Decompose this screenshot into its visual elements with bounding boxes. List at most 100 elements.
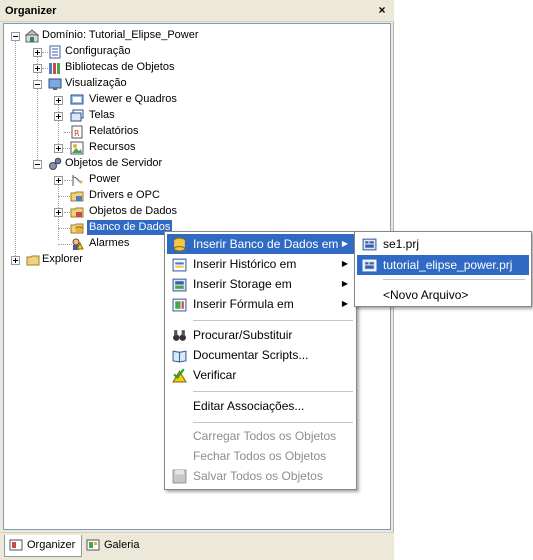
submenu: se1.prj tutorial_elipse_power.prj <Novo …: [354, 231, 532, 307]
formula-icon: [172, 298, 187, 312]
menu-item-label: tutorial_elipse_power.prj: [383, 258, 513, 272]
submenu-item-se1[interactable]: se1.prj: [357, 234, 529, 254]
menu-item-inserir-storage[interactable]: Inserir Storage em ▶: [167, 274, 354, 294]
menu-item-label: Procurar/Substituir: [193, 328, 293, 342]
tree-item-viewer-quadros[interactable]: Viewer e Quadros: [4, 92, 384, 108]
report-icon: R: [71, 125, 83, 139]
bottom-tabs: Organizer Galeria: [0, 532, 394, 560]
close-button[interactable]: ×: [375, 3, 389, 17]
menu-separator: [383, 279, 525, 280]
collapse-toggle[interactable]: [33, 80, 42, 89]
project-file-icon: [362, 259, 377, 272]
storage-icon: [172, 278, 187, 292]
tree-item-label: Visualização: [65, 77, 127, 89]
submenu-arrow-icon: ▶: [341, 259, 348, 268]
submenu-arrow-icon: ▶: [341, 239, 348, 248]
data-objects-icon: [70, 207, 84, 218]
explorer-folder-icon: [26, 255, 40, 266]
tree-item-label: Objetos de Dados: [89, 205, 178, 217]
tree-item-telas[interactable]: Telas: [4, 108, 384, 124]
menu-item-inserir-formula[interactable]: Inserir Fórmula em ▶: [167, 294, 354, 314]
menu-item-carregar: Carregar Todos os Objetos: [167, 426, 354, 446]
menu-item-verificar[interactable]: Verificar: [167, 365, 354, 385]
tree-item-label: Alarmes: [89, 237, 130, 249]
menu-item-procurar[interactable]: Procurar/Substituir: [167, 325, 354, 345]
expand-toggle[interactable]: [54, 208, 63, 217]
menu-item-label: Editar Associações...: [193, 399, 305, 413]
menu-item-inserir-historico[interactable]: Inserir Histórico em ▶: [167, 254, 354, 274]
tree-item-recursos[interactable]: Recursos: [4, 140, 384, 156]
menu-item-label: Inserir Storage em: [193, 277, 292, 291]
viewer-icon: [70, 94, 84, 105]
save-icon: [172, 469, 187, 484]
tree-item-objetos-dados[interactable]: Objetos de Dados: [4, 204, 384, 220]
tab-galeria[interactable]: Galeria: [82, 535, 145, 557]
tree-item-objetos-servidor[interactable]: Objetos de Servidor: [4, 156, 384, 172]
submenu-arrow-icon: ▶: [341, 299, 348, 308]
domain-icon: [25, 29, 39, 43]
tree-item-label: Power: [89, 173, 121, 185]
tree-item-visualizacao[interactable]: Visualização: [4, 76, 384, 92]
tree-item-label: Viewer e Quadros: [89, 93, 177, 105]
menu-item-label: <Novo Arquivo>: [383, 288, 469, 302]
tree-item-bibliotecas[interactable]: Bibliotecas de Objetos: [4, 60, 384, 76]
expand-toggle[interactable]: [11, 256, 20, 265]
organizer-title-bar[interactable]: Organizer ×: [0, 0, 394, 22]
expand-toggle[interactable]: [33, 48, 42, 57]
tab-label: Organizer: [27, 539, 76, 551]
submenu-item-tutorial[interactable]: tutorial_elipse_power.prj: [357, 255, 529, 275]
submenu-item-novo[interactable]: <Novo Arquivo>: [357, 285, 529, 305]
menu-item-documentar[interactable]: Documentar Scripts...: [167, 345, 354, 365]
collapse-toggle[interactable]: [33, 160, 42, 169]
history-icon: [172, 258, 187, 272]
menu-item-editar[interactable]: Editar Associações...: [167, 396, 354, 416]
tree-item-power[interactable]: Power: [4, 172, 384, 188]
menu-separator: [193, 391, 353, 392]
menu-item-label: Inserir Histórico em: [193, 257, 297, 271]
expand-toggle[interactable]: [54, 96, 63, 105]
alarm-icon: [72, 238, 84, 250]
expand-toggle[interactable]: [54, 112, 63, 121]
binoculars-icon: [173, 330, 186, 341]
tree-item-label: Relatórios: [89, 125, 139, 137]
tab-organizer[interactable]: Organizer: [4, 535, 83, 557]
book-icon: [172, 350, 187, 363]
tree-item-root[interactable]: Domínio: Tutorial_Elipse_Power: [4, 28, 384, 44]
screens-icon: [70, 109, 84, 122]
organizer-title: Organizer: [5, 5, 57, 17]
menu-separator: [193, 422, 353, 423]
tree-item-drivers-opc[interactable]: Drivers e OPC: [4, 188, 384, 204]
tree-item-configuracao[interactable]: Configuração: [4, 44, 384, 60]
svg-text:R: R: [74, 129, 80, 138]
tree-item-label: Domínio: Tutorial_Elipse_Power: [42, 29, 199, 41]
project-file-icon: [362, 238, 377, 251]
configuration-icon: [49, 45, 61, 59]
expand-toggle[interactable]: [54, 144, 63, 153]
tree-item-label: Configuração: [65, 45, 131, 57]
tree-item-label: Banco de Dados: [87, 220, 173, 235]
menu-separator: [193, 320, 353, 321]
database-folder-icon: [70, 223, 84, 234]
menu-item-label: Verificar: [193, 368, 237, 382]
menu-item-salvar: Salvar Todos os Objetos: [167, 466, 354, 486]
collapse-toggle[interactable]: [11, 32, 20, 41]
menu-item-fechar: Fechar Todos os Objetos: [167, 446, 354, 466]
tree-item-label: Bibliotecas de Objetos: [65, 61, 175, 73]
organizer-icon: [9, 539, 23, 551]
gallery-icon: [86, 539, 100, 551]
drivers-folder-icon: [70, 191, 84, 202]
resources-icon: [70, 141, 84, 155]
menu-item-inserir-banco[interactable]: Inserir Banco de Dados em ▶: [167, 234, 354, 254]
menu-item-label: Fechar Todos os Objetos: [193, 449, 327, 463]
submenu-arrow-icon: ▶: [341, 279, 348, 288]
menu-item-label: Inserir Fórmula em: [193, 297, 294, 311]
tree-item-relatorios[interactable]: R Relatórios: [4, 124, 384, 140]
monitor-icon: [48, 78, 62, 90]
power-icon: [72, 175, 83, 186]
checkmark-warning-icon: [172, 368, 187, 383]
menu-item-label: Inserir Banco de Dados em: [193, 237, 339, 251]
database-icon: [173, 237, 186, 252]
menu-item-label: Documentar Scripts...: [193, 348, 309, 362]
expand-toggle[interactable]: [33, 64, 42, 73]
expand-toggle[interactable]: [54, 176, 63, 185]
